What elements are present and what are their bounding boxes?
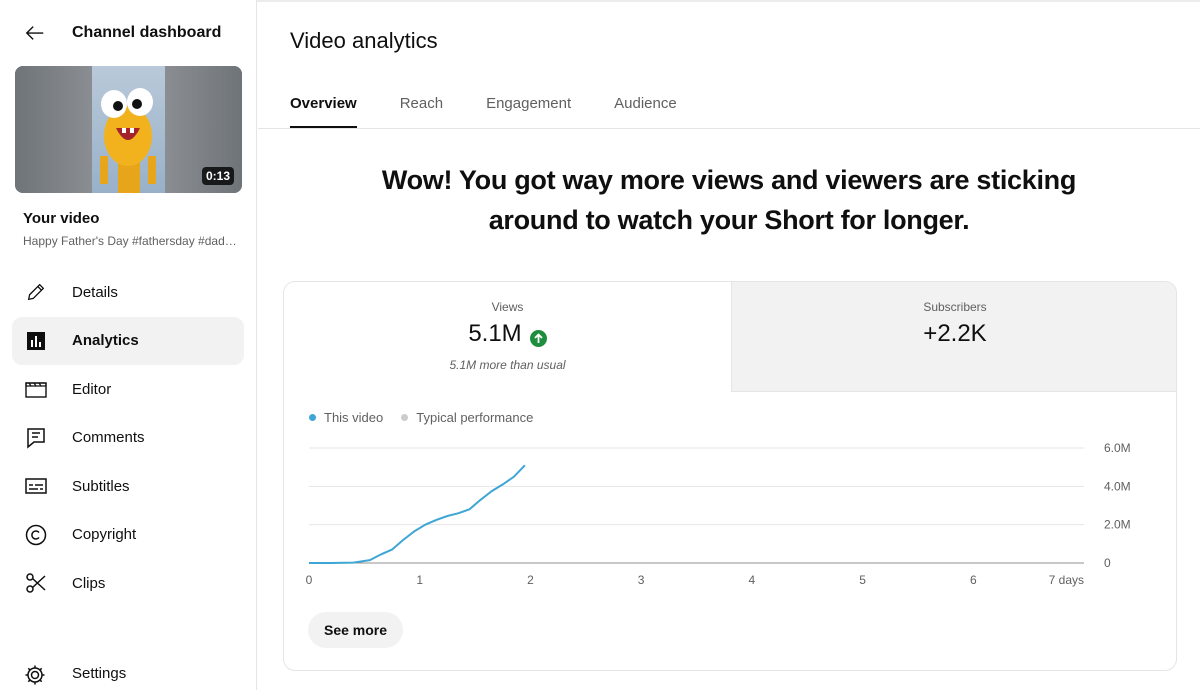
x-tick-label: 1	[416, 573, 423, 587]
performance-card: Views 5.1M 5.1M more than usual Subscrib…	[283, 281, 1177, 671]
video-thumbnail[interactable]: 0:13	[15, 66, 242, 193]
legend-item-this-video: This video	[309, 410, 383, 425]
tab-reach[interactable]: Reach	[400, 84, 443, 128]
sidebar-item-subtitles[interactable]: Subtitles	[12, 462, 244, 511]
views-value-row: 5.1M	[284, 320, 731, 348]
chart-legend: This video Typical performance	[309, 410, 551, 425]
sidebar-item-label: Analytics	[72, 332, 139, 350]
x-tick-label: 0	[306, 573, 313, 587]
sidebar-item-editor[interactable]: Editor	[12, 365, 244, 414]
thumbnail-background-left	[15, 66, 92, 193]
legend-label: Typical performance	[416, 410, 534, 425]
sidebar-item-label: Clips	[72, 574, 106, 592]
sidebar-item-analytics[interactable]: Analytics	[12, 316, 244, 365]
see-more-button[interactable]: See more	[308, 612, 404, 648]
views-label: Views	[491, 300, 524, 314]
y-tick-label: 6.0M	[1104, 441, 1131, 455]
sidebar-item-settings[interactable]: Settings	[12, 650, 244, 690]
tab-engagement[interactable]: Engagement	[486, 84, 571, 128]
sidebar-item-label: Editor	[72, 380, 112, 398]
your-video-label: Your video	[23, 210, 100, 227]
sidebar-item-label: Details	[72, 283, 118, 301]
x-tick-label: 5	[859, 573, 866, 587]
subtitles-icon	[24, 474, 48, 498]
arrow-up-circle-icon	[529, 326, 547, 347]
gear-icon	[24, 664, 48, 688]
copyright-icon	[24, 523, 48, 547]
video-title[interactable]: Happy Father's Day #fathersday #dad #sho…	[23, 234, 238, 248]
x-tick-label: 4	[749, 573, 756, 587]
video-duration-badge: 0:13	[201, 167, 234, 185]
pencil-icon	[24, 280, 48, 304]
tab-audience[interactable]: Audience	[614, 84, 677, 128]
bar-chart-icon	[24, 329, 48, 353]
subscribers-value-row: +2.2K	[732, 320, 1176, 348]
sidebar-item-details[interactable]: Details	[12, 268, 244, 317]
legend-label: This video	[324, 410, 384, 425]
legend-item-typical: Typical performance	[401, 410, 533, 425]
cartoon-character-image	[100, 88, 156, 193]
sidebar-nav: Details Analytics Editor Comments Subtit…	[12, 268, 244, 608]
sidebar-title: Channel dashboard	[72, 24, 222, 41]
page-title: Video analytics	[290, 28, 438, 53]
x-tick-label: 3	[638, 573, 645, 587]
sidebar-item-label: Comments	[72, 429, 145, 447]
insight-headline: Wow! You got way more views and viewers …	[381, 165, 1077, 235]
sidebar-item-comments[interactable]: Comments	[12, 414, 244, 463]
sidebar-header: Channel dashboard	[22, 18, 221, 48]
x-tick-label: 2	[527, 573, 534, 587]
scissors-icon	[24, 571, 48, 595]
views-comparison-note: 5.1M more than usual	[449, 358, 566, 372]
clapperboard-icon	[24, 377, 48, 401]
subscribers-label: Subscribers	[923, 300, 987, 314]
main-content: Video analytics Overview Reach Engagemen…	[258, 0, 1200, 690]
x-tick-label: 6	[970, 573, 977, 587]
y-tick-label: 2.0M	[1104, 518, 1131, 532]
thumbnail-frame	[92, 66, 165, 193]
analytics-tabs: Overview Reach Engagement Audience	[290, 84, 720, 128]
tab-overview[interactable]: Overview	[290, 84, 357, 128]
subscribers-value: +2.2K	[923, 320, 987, 347]
x-tick-label: 7 days	[1049, 573, 1084, 587]
views-metric-tab[interactable]: Views 5.1M 5.1M more than usual	[284, 282, 731, 392]
y-tick-label: 0	[1104, 556, 1111, 570]
views-line-chart: 0 2.0M 4.0M 6.0M 0 1 2 3 4 5 6 7 days	[306, 441, 1131, 587]
sidebar-item-copyright[interactable]: Copyright	[12, 511, 244, 560]
sidebar-item-label: Subtitles	[72, 477, 130, 495]
settings-label: Settings	[72, 665, 127, 682]
tabs-divider	[258, 128, 1200, 129]
subscribers-metric-tab[interactable]: Subscribers +2.2K	[731, 282, 1176, 392]
y-tick-label: 4.0M	[1104, 479, 1131, 493]
legend-dot-icon	[401, 414, 409, 421]
views-value: 5.1M	[468, 320, 522, 347]
sidebar-item-clips[interactable]: Clips	[12, 559, 244, 608]
series-line-this-video	[309, 464, 526, 564]
sidebar: Channel dashboard 0:13 Your video Happy …	[0, 0, 257, 690]
sidebar-item-label: Copyright	[72, 526, 137, 544]
comment-icon	[24, 426, 48, 450]
legend-dot-icon	[309, 414, 316, 421]
back-arrow-icon[interactable]	[22, 20, 48, 46]
